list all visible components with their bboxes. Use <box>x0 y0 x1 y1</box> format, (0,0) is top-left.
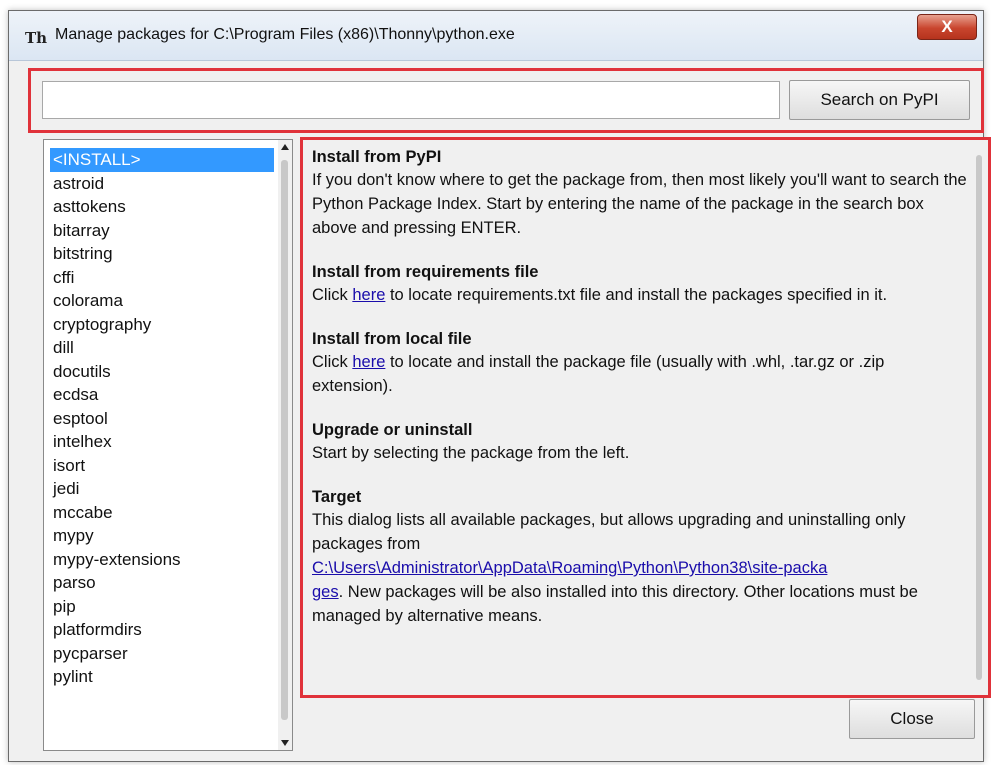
section-title: Install from PyPI <box>312 148 442 166</box>
package-list-item[interactable]: <INSTALL> <box>50 148 274 172</box>
package-list-item[interactable]: esptool <box>50 407 274 431</box>
package-list-item[interactable]: platformdirs <box>50 618 274 642</box>
section-title: Install from local file <box>312 330 472 348</box>
text-prefix: This dialog lists all available packages… <box>312 511 906 553</box>
info-content: Install from PyPI If you don't know wher… <box>312 146 967 649</box>
text-suffix: . New packages will be also installed in… <box>312 583 918 625</box>
package-list-item[interactable]: ecdsa <box>50 383 274 407</box>
package-list-item[interactable]: mypy-extensions <box>50 548 274 572</box>
package-list-item[interactable]: mypy <box>50 524 274 548</box>
search-area: Search on PyPI <box>28 68 984 133</box>
section-title: Upgrade or uninstall <box>312 421 473 439</box>
section-body: This dialog lists all available packages… <box>312 508 967 628</box>
section-install-requirements: Install from requirements file Click her… <box>312 261 967 307</box>
package-list-item[interactable]: mccabe <box>50 501 274 525</box>
package-list-item[interactable]: docutils <box>50 360 274 384</box>
package-list-scrollbar[interactable] <box>278 140 292 750</box>
text-suffix: to locate requirements.txt file and inst… <box>385 286 888 304</box>
package-list-item[interactable]: asttokens <box>50 195 274 219</box>
package-list-item[interactable]: pip <box>50 595 274 619</box>
section-upgrade-uninstall: Upgrade or uninstall Start by selecting … <box>312 419 967 465</box>
section-body: Click here to locate requirements.txt fi… <box>312 283 967 307</box>
section-target: Target This dialog lists all available p… <box>312 486 967 628</box>
package-list-item[interactable]: pycparser <box>50 642 274 666</box>
scroll-down-icon[interactable] <box>281 740 289 746</box>
package-list-item[interactable]: dill <box>50 336 274 360</box>
package-list-item[interactable]: isort <box>50 454 274 478</box>
text-suffix: to locate and install the package file (… <box>312 353 885 395</box>
manage-packages-dialog: Th Manage packages for C:\Program Files … <box>8 10 991 762</box>
search-input[interactable] <box>42 81 780 119</box>
package-list-items: <INSTALL> astroid asttokens bitarray bitstri… <box>50 148 274 689</box>
section-body: If you don't know where to get the packa… <box>312 171 967 237</box>
package-list[interactable]: <INSTALL> astroid asttokens bitarray bitstri… <box>43 139 293 751</box>
package-list-item[interactable]: cryptography <box>50 313 274 337</box>
text-prefix: Click <box>312 353 353 371</box>
info-scrollbar[interactable] <box>974 145 984 690</box>
close-button[interactable]: Close <box>849 699 975 739</box>
section-body: Start by selecting the package from the … <box>312 444 630 462</box>
package-list-item[interactable]: bitstring <box>50 242 274 266</box>
section-install-pypi: Install from PyPI If you don't know wher… <box>312 146 967 240</box>
section-body: Click here to locate and install the pac… <box>312 350 967 398</box>
local-file-here-link[interactable]: here <box>352 353 385 371</box>
section-install-local: Install from local file Click here to lo… <box>312 328 967 398</box>
scroll-up-icon[interactable] <box>281 144 289 150</box>
package-list-item[interactable]: jedi <box>50 477 274 501</box>
target-path-link-continued[interactable]: ges <box>312 583 339 601</box>
package-list-item[interactable]: pylint <box>50 665 274 689</box>
requirements-here-link[interactable]: here <box>352 286 385 304</box>
close-icon: X <box>941 17 953 36</box>
package-list-item[interactable]: colorama <box>50 289 274 313</box>
section-title: Target <box>312 488 362 506</box>
text-prefix: Click <box>312 286 353 304</box>
thonny-app-icon: Th <box>25 29 48 47</box>
section-title: Install from requirements file <box>312 263 539 281</box>
package-list-item[interactable]: cffi <box>50 266 274 290</box>
window-title: Manage packages for C:\Program Files (x8… <box>55 26 515 43</box>
search-pypi-button[interactable]: Search on PyPI <box>789 80 970 120</box>
window-close-button[interactable]: X <box>917 14 977 40</box>
package-list-item[interactable]: intelhex <box>50 430 274 454</box>
target-path-link[interactable]: C:\Users\Administrator\AppData\Roaming\P… <box>312 559 827 577</box>
package-list-item[interactable]: bitarray <box>50 219 274 243</box>
install-info-panel: Install from PyPI If you don't know wher… <box>300 137 991 698</box>
package-list-item[interactable]: astroid <box>50 172 274 196</box>
scrollbar-thumb[interactable] <box>976 155 982 680</box>
scrollbar-thumb[interactable] <box>281 160 288 720</box>
title-bar: Th Manage packages for C:\Program Files … <box>9 11 983 61</box>
package-list-item[interactable]: parso <box>50 571 274 595</box>
